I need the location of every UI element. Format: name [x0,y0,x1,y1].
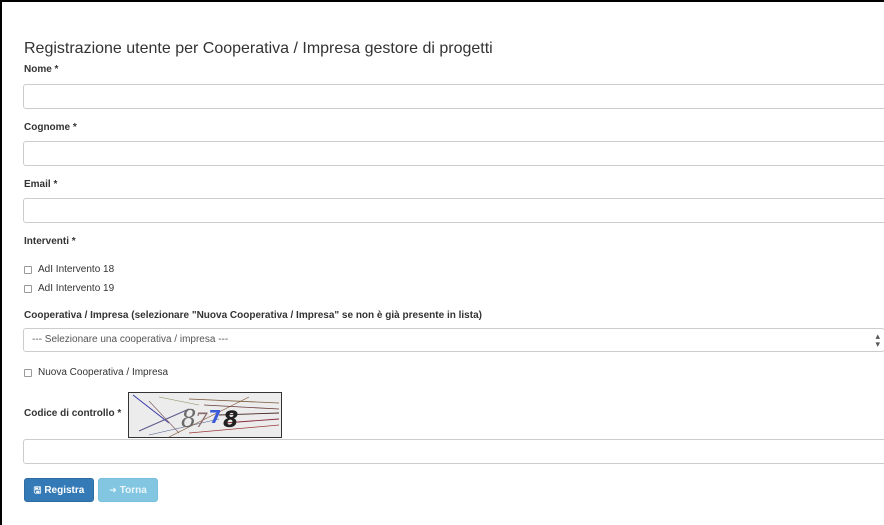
nome-input[interactable] [23,84,884,109]
captcha-image: 8 7 7 8 [128,392,282,438]
cooperativa-select[interactable]: --- Selezionare una cooperativa / impres… [23,328,884,352]
intervento-18-checkbox[interactable] [24,265,32,274]
intervento-19-option[interactable]: AdI Intervento 19 [24,283,114,294]
cognome-label: Cognome * [24,122,77,133]
svg-text:7: 7 [209,407,222,428]
email-input[interactable] [23,198,884,223]
select-updown-icon: ▴ ▾ [875,331,880,349]
cooperativa-selected-value: --- Selezionare una cooperativa / impres… [32,334,229,345]
svg-text:8: 8 [181,405,196,433]
nome-label: Nome * [24,64,59,75]
captcha-input[interactable] [23,439,884,464]
cognome-input[interactable] [23,141,884,166]
intervento-18-option[interactable]: AdI Intervento 18 [24,264,114,275]
svg-text:8: 8 [223,408,238,433]
nuova-cooperativa-checkbox[interactable] [24,368,32,377]
registra-button[interactable]: 🖫 Registra [24,478,94,502]
cooperativa-label: Cooperativa / Impresa (selezionare "Nuov… [24,310,482,321]
intervento-18-label: AdI Intervento 18 [38,264,115,275]
intervento-19-checkbox[interactable] [24,284,32,293]
sign-in-icon: ➜ [109,484,117,495]
torna-button-label: Torna [119,484,147,496]
captcha-noise-graphic: 8 7 7 8 [129,393,281,437]
interventi-label: Interventi * [24,236,76,247]
floppy-disk-icon: 🖫 [33,484,42,495]
intervento-19-label: AdI Intervento 19 [38,283,115,294]
nuova-cooperativa-label: Nuova Cooperativa / Impresa [38,367,169,378]
captcha-label: Codice di controllo * [24,408,122,419]
page-title: Registrazione utente per Cooperativa / I… [24,40,493,57]
registra-button-label: Registra [44,484,85,496]
svg-text:7: 7 [195,408,208,432]
nuova-cooperativa-option[interactable]: Nuova Cooperativa / Impresa [24,367,168,378]
email-label: Email * [24,179,58,190]
torna-button[interactable]: ➜ Torna [98,478,158,502]
